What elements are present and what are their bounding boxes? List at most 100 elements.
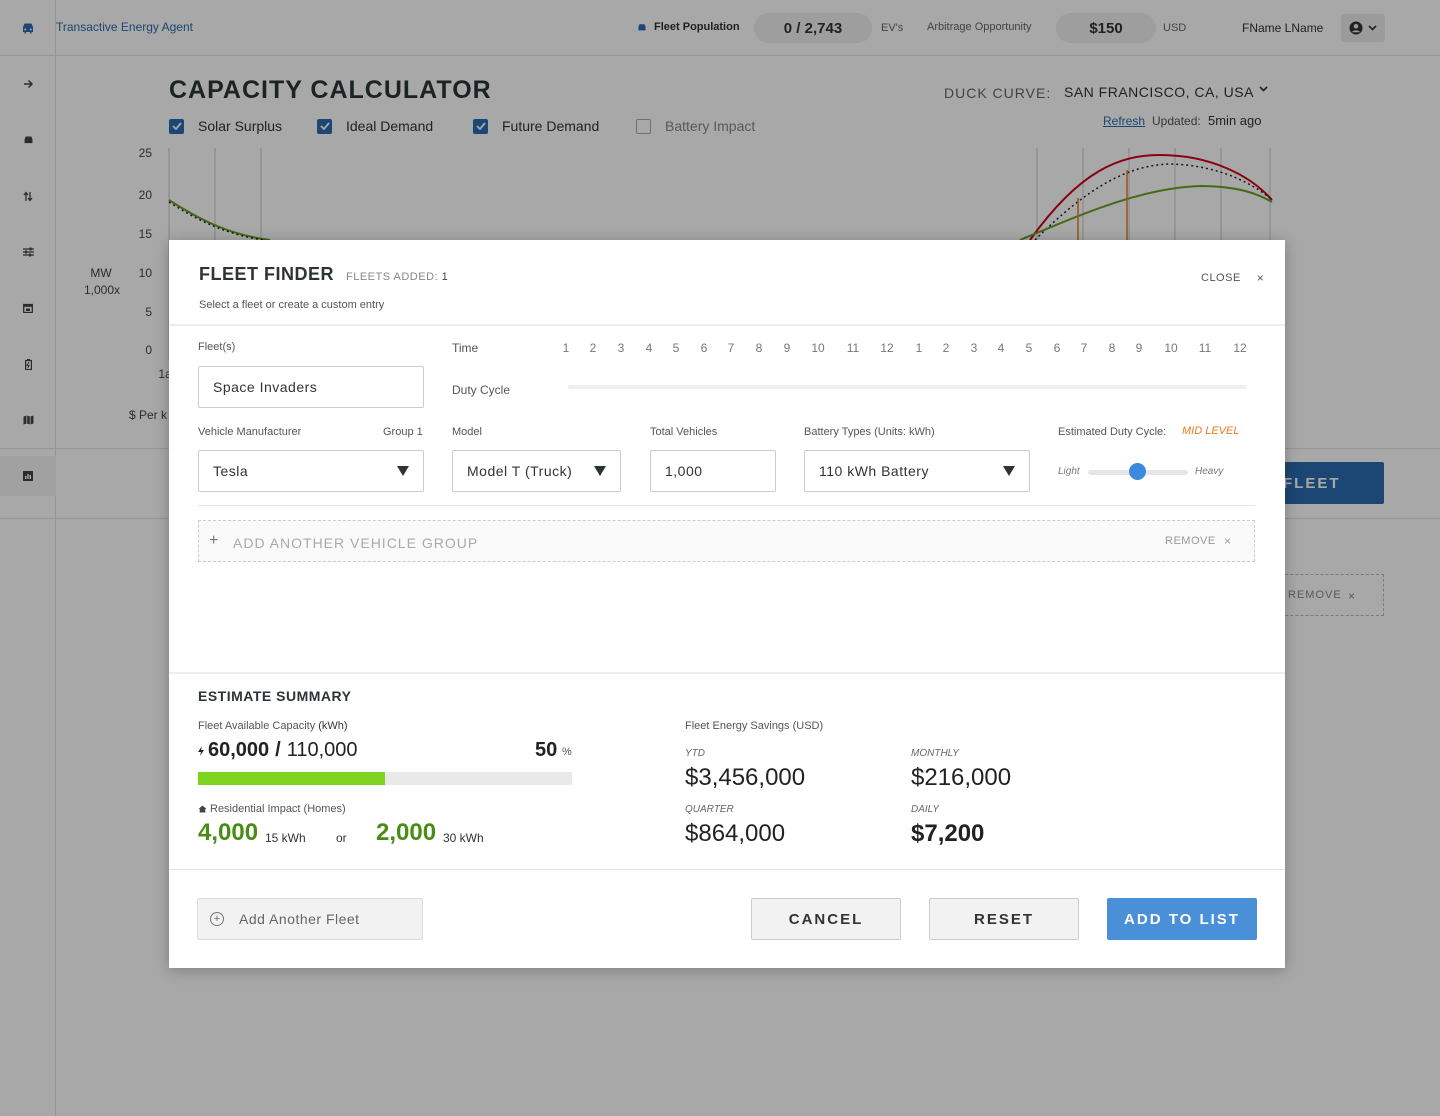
manufacturer-select[interactable]: Tesla bbox=[198, 450, 424, 492]
duty-cycle-track[interactable] bbox=[568, 385, 1247, 389]
close-icon: × bbox=[1256, 271, 1265, 285]
residential-unit-30kwh: 30 kWh bbox=[443, 831, 484, 845]
time-tick: 3 bbox=[970, 341, 978, 355]
caret-down-icon bbox=[397, 466, 409, 476]
battery-type-label: Battery Types (Units: kWh) bbox=[804, 426, 935, 438]
cancel-button[interactable]: CANCEL bbox=[751, 898, 901, 940]
time-tick: 10 bbox=[811, 341, 825, 355]
time-tick: 8 bbox=[755, 341, 763, 355]
manufacturer-value: Tesla bbox=[213, 463, 249, 479]
total-vehicles-label: Total Vehicles bbox=[650, 426, 718, 438]
group-divider bbox=[198, 505, 1255, 506]
plus-circle-icon: + bbox=[210, 912, 224, 926]
capacity-percent-unit: % bbox=[562, 746, 572, 758]
header-divider bbox=[169, 324, 1285, 326]
time-tick: 12 bbox=[1233, 341, 1247, 355]
close-icon[interactable]: × bbox=[1224, 534, 1231, 548]
daily-value: $7,200 bbox=[911, 820, 985, 847]
time-tick: 6 bbox=[700, 341, 708, 355]
add-vehicle-group[interactable]: + ADD ANOTHER VEHICLE GROUP REMOVE × bbox=[198, 520, 1255, 562]
time-tick: 7 bbox=[727, 341, 735, 355]
capacity-progress-fill bbox=[198, 772, 385, 785]
time-tick: 2 bbox=[589, 341, 597, 355]
add-another-fleet-label: Add Another Fleet bbox=[239, 911, 360, 927]
bolt-icon bbox=[198, 746, 204, 756]
time-tick: 4 bbox=[645, 341, 653, 355]
quarter-label: QUARTER bbox=[685, 804, 734, 815]
battery-type-value: 110 kWh Battery bbox=[819, 463, 929, 479]
time-tick: 9 bbox=[783, 341, 791, 355]
remove-group-button[interactable]: REMOVE bbox=[1165, 535, 1216, 547]
time-tick: 10 bbox=[1164, 341, 1178, 355]
battery-type-select[interactable]: 110 kWh Battery bbox=[804, 450, 1030, 492]
savings-label: Fleet Energy Savings (USD) bbox=[685, 720, 824, 732]
monthly-label: MONTHLY bbox=[911, 748, 959, 759]
capacity-label-text: Fleet Available Capacity bbox=[198, 720, 316, 732]
residential-value-30kwh: 2,000 bbox=[376, 819, 437, 846]
ytd-value: $3,456,000 bbox=[685, 764, 806, 791]
add-another-fleet-button[interactable]: + Add Another Fleet bbox=[197, 898, 423, 940]
time-tick: 8 bbox=[1108, 341, 1116, 355]
time-tick: 1 bbox=[915, 341, 923, 355]
time-tick: 6 bbox=[1053, 341, 1061, 355]
estimated-duty-label: Estimated Duty Cycle: bbox=[1058, 426, 1167, 438]
time-tick: 4 bbox=[997, 341, 1005, 355]
time-tick: 9 bbox=[1135, 341, 1143, 355]
capacity-progress-bar bbox=[198, 772, 572, 785]
residential-label: Residential Impact (Homes) bbox=[198, 803, 346, 815]
model-label: Model bbox=[452, 426, 482, 438]
estimate-summary-title: ESTIMATE SUMMARY bbox=[198, 688, 352, 704]
slider-thumb[interactable] bbox=[1129, 463, 1146, 480]
add-vehicle-group-label: ADD ANOTHER VEHICLE GROUP bbox=[233, 535, 479, 551]
slider-min-label: Light bbox=[1058, 466, 1080, 477]
reset-button[interactable]: RESET bbox=[929, 898, 1079, 940]
footer-divider bbox=[169, 869, 1285, 870]
fleets-label: Fleet(s) bbox=[198, 341, 236, 353]
quarter-value: $864,000 bbox=[685, 820, 786, 847]
total-vehicles-input[interactable]: 1,000 bbox=[650, 450, 776, 492]
duty-cycle-label: Duty Cycle bbox=[452, 383, 511, 397]
fleets-added-count: 1 bbox=[441, 271, 449, 283]
close-button[interactable]: CLOSE × bbox=[1201, 271, 1264, 285]
capacity-unit: (kWh) bbox=[318, 720, 348, 732]
residential-unit-15kwh: 15 kWh bbox=[265, 831, 306, 845]
monthly-value: $216,000 bbox=[911, 764, 1012, 791]
close-label: CLOSE bbox=[1201, 272, 1241, 284]
capacity-label: Fleet Available Capacity (kWh) bbox=[198, 720, 348, 732]
capacity-total: 110,000 bbox=[286, 739, 358, 761]
manufacturer-label: Vehicle Manufacturer bbox=[198, 426, 302, 438]
daily-label: DAILY bbox=[911, 804, 939, 815]
time-tick: 3 bbox=[617, 341, 625, 355]
fleet-finder-modal: FLEET FINDER FLEETS ADDED: 1 Select a fl… bbox=[169, 240, 1285, 968]
time-tick: 2 bbox=[942, 341, 950, 355]
group-label: Group 1 bbox=[383, 426, 423, 438]
residential-label-text: Residential Impact (Homes) bbox=[210, 803, 346, 815]
estimated-duty-value: MID LEVEL bbox=[1182, 425, 1240, 437]
model-value: Model T (Truck) bbox=[467, 463, 573, 479]
capacity-separator: / bbox=[275, 739, 281, 761]
modal-subtitle: Select a fleet or create a custom entry bbox=[199, 299, 385, 311]
time-tick: 12 bbox=[880, 341, 894, 355]
time-tick: 7 bbox=[1080, 341, 1088, 355]
plus-icon: + bbox=[209, 532, 219, 549]
capacity-percent: 50 bbox=[535, 739, 558, 761]
time-tick: 5 bbox=[672, 341, 680, 355]
model-select[interactable]: Model T (Truck) bbox=[452, 450, 621, 492]
summary-divider bbox=[169, 672, 1285, 674]
modal-title: FLEET FINDER bbox=[199, 264, 334, 284]
slider-max-label: Heavy bbox=[1195, 466, 1224, 477]
caret-down-icon bbox=[1003, 466, 1015, 476]
capacity-available: 60,000 bbox=[208, 739, 270, 761]
add-to-list-button[interactable]: ADD TO LIST bbox=[1107, 898, 1257, 940]
capacity-values: 60,000 / 110,000 bbox=[198, 739, 358, 762]
time-label: Time bbox=[452, 341, 479, 355]
caret-down-icon bbox=[594, 466, 606, 476]
ytd-label: YTD bbox=[685, 748, 705, 759]
time-tick: 11 bbox=[846, 341, 860, 355]
fleets-added: FLEETS ADDED: 1 bbox=[346, 271, 448, 283]
time-tick: 11 bbox=[1198, 341, 1212, 355]
residential-value-15kwh: 4,000 bbox=[198, 819, 259, 846]
fleets-added-label: FLEETS ADDED: bbox=[346, 271, 439, 283]
time-tick: 1 bbox=[562, 341, 570, 355]
fleet-name-input[interactable]: Space Invaders bbox=[198, 366, 424, 408]
